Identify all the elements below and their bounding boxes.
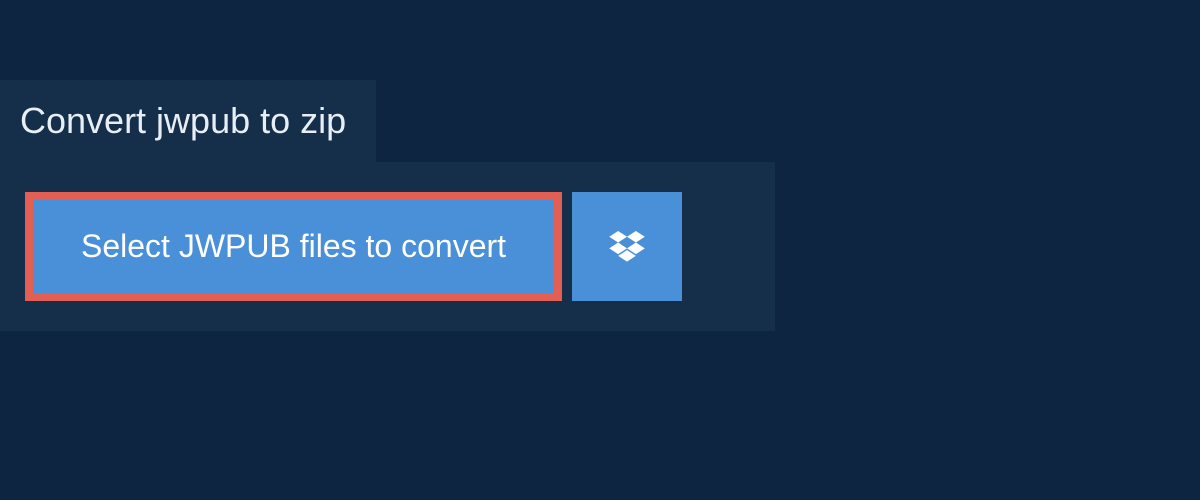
upload-panel: Select JWPUB files to convert [0, 162, 775, 331]
dropbox-icon [609, 231, 645, 263]
button-row: Select JWPUB files to convert [25, 192, 750, 301]
select-button-highlight: Select JWPUB files to convert [25, 192, 562, 301]
page-title: Convert jwpub to zip [20, 100, 346, 142]
dropbox-button[interactable] [572, 192, 682, 301]
select-files-button[interactable]: Select JWPUB files to convert [33, 200, 554, 293]
tab-header: Convert jwpub to zip [0, 80, 376, 162]
